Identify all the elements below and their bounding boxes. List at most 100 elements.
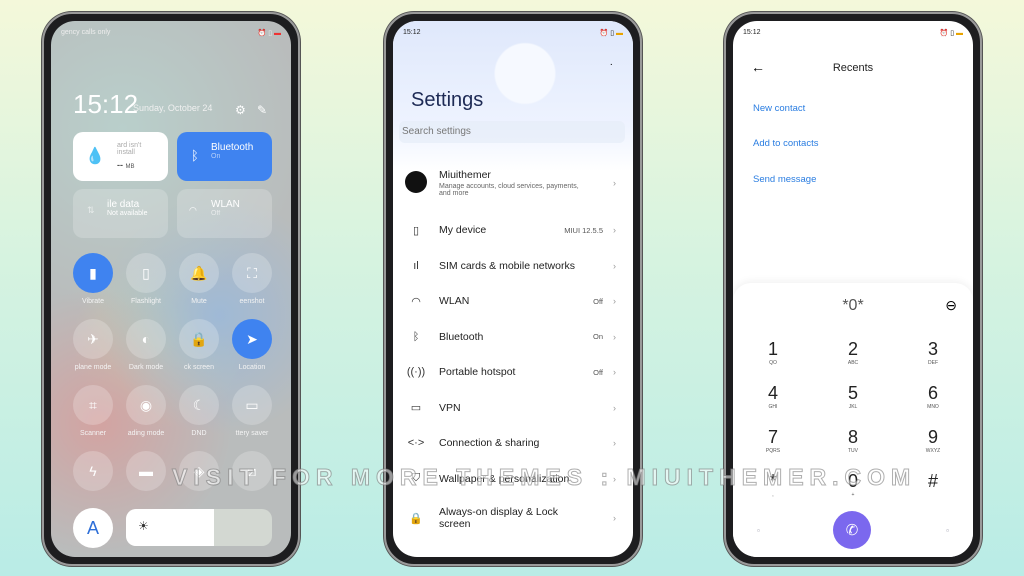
toggle-dnd[interactable]: ☾ [179,385,219,425]
add-to-contacts-link[interactable]: Add to contacts [753,138,818,149]
key-digit: 2 [847,339,858,359]
chevron-right-icon: › [613,438,616,448]
settings-item[interactable]: ▯ My device MIUI 12.5.5 › [393,213,633,247]
item-label: Always-on display & Lock screen [439,506,559,530]
toggle-scanner[interactable]: ⌗ [73,385,113,425]
settings-item[interactable]: ◠ WLAN Off › [393,284,633,318]
key-9[interactable]: 9 WXYZ [903,427,963,454]
hotspot-icon: ((·)) [406,366,426,378]
phone-icon: ▯ [412,224,420,237]
mobile-data-tile[interactable]: ⇅ ile data Not available [73,189,168,238]
key-letters: WXYZ [925,448,941,454]
key-8[interactable]: 8 TUV [823,427,883,454]
toggle-eenshot[interactable]: ⛶ [232,253,272,293]
data-usage-tile[interactable]: 💧 ard isn't install -- MB [73,132,168,181]
key-letters: TUV [848,448,858,454]
item-label: SIM cards & mobile networks [439,259,575,272]
date: Sunday, October 24 [133,103,213,113]
backspace-icon[interactable]: ⊖ [945,297,957,314]
key-digit: 5 [847,383,858,403]
tile-title: WLAN [211,199,240,210]
bluetooth-icon: ᛒ [191,148,199,163]
toggle-dark-mode[interactable]: ◐ [126,319,166,359]
toggle-label: Dark mode [128,364,164,371]
clock: 15:12 [73,89,139,119]
toggle-label: Location [238,364,266,371]
key-3[interactable]: 3 DEF [903,339,963,366]
toggle-mute[interactable]: 🔔 [179,253,219,293]
settings-icon[interactable]: ⚙ [235,103,246,117]
auto-brightness-button[interactable]: A [73,508,113,548]
key-6[interactable]: 6 MNO [903,383,963,410]
vibrate-icon: ▮ [89,264,97,281]
edit-icon[interactable]: ✎ [257,103,267,117]
wifi-icon: ◠ [189,205,197,215]
account-row[interactable]: Miuithemer Manage accounts, cloud service… [393,161,633,205]
more-icon[interactable]: · [610,59,613,70]
bluetooth-icon: ᛒ [412,330,420,343]
call-button[interactable]: ✆ [833,511,871,549]
settings-item[interactable]: ᛒ Bluetooth On › [393,320,633,354]
toggle-plane-mode[interactable]: ✈ [73,319,113,359]
chevron-right-icon: › [613,367,616,377]
search-input[interactable]: Search settings [399,121,625,143]
toggle-bolt-icon[interactable]: ϟ [73,451,113,491]
tile-state: Not available [107,210,148,217]
status-time: 15:12 [743,29,761,36]
item-value: Off [593,367,603,377]
flashlight-icon: ▯ [142,264,150,281]
key-1[interactable]: 1 QO [743,339,803,366]
tile-state: Off [211,210,221,217]
tile-state: On [211,153,221,160]
key-digit: 4 [767,383,778,403]
key-digit: 1 [767,339,778,359]
settings-item[interactable]: 🔒 Always-on display & Lock screen › [393,501,633,535]
toggle-label: Flashlight [131,298,161,305]
key-letters: JKL [848,404,858,410]
sim-select-icon[interactable]: ▫ [946,526,949,535]
toggle-label: Scanner [79,430,107,437]
key-2[interactable]: 2 ABC [823,339,883,366]
settings-item[interactable]: ▭ VPN › [393,391,633,425]
vpn-icon: ▭ [410,402,422,414]
key-letters: QO [769,360,777,366]
key-5[interactable]: 5 JKL [823,383,883,410]
sun-icon: ☀ [138,519,149,533]
dialpad-collapse-icon[interactable]: ▫ [757,526,760,535]
toggle-ttery-saver[interactable]: ▭ [232,385,272,425]
key-letters: , [772,492,774,498]
brightness-fill: ☀ [126,509,214,546]
key-digit: 8 [847,427,858,447]
toggle-vibrate[interactable]: ▮ [73,253,113,293]
airplane-icon: ✈ [87,330,99,347]
key-digit: 6 [927,383,938,403]
settings-item[interactable]: ıl SIM cards & mobile networks › [393,249,633,283]
toggle-ading-mode[interactable]: ◉ [126,385,166,425]
toggle-flashlight[interactable]: ▯ [126,253,166,293]
brightness-slider[interactable]: ☀ [126,509,272,546]
toggle-label: ading mode [127,430,165,437]
dark-mode-icon: ◐ [141,331,151,347]
toggle-label: Mute [191,298,207,305]
settings-item[interactable]: <·> Connection & sharing › [393,426,633,460]
key-4[interactable]: 4 GHI [743,383,803,410]
screenshot-icon: ⛶ [247,264,257,281]
toggle-label: DND [191,430,207,437]
avatar [405,170,427,193]
page-title: Settings [411,89,484,111]
bluetooth-tile[interactable]: ᛒ Bluetooth On [177,132,272,181]
toggle-ck-screen[interactable]: 🔒 [179,319,219,359]
settings-item[interactable]: ((·)) Portable hotspot Off › [393,355,633,389]
key-7[interactable]: 7 PQRS [743,427,803,454]
chevron-right-icon: › [613,296,616,306]
send-message-link[interactable]: Send message [753,174,816,185]
tile-title: ile data [107,199,140,210]
eye-icon: ◉ [139,396,153,413]
chevron-right-icon: › [613,513,616,523]
status-text: gency calls only [61,29,111,36]
toggle-cast-icon[interactable]: ▬ [126,451,166,491]
toggle-location[interactable]: ➤ [232,319,272,359]
wlan-tile[interactable]: ◠ WLAN Off [177,189,272,238]
lock-icon: 🔒 [190,330,208,347]
new-contact-link[interactable]: New contact [753,103,805,114]
